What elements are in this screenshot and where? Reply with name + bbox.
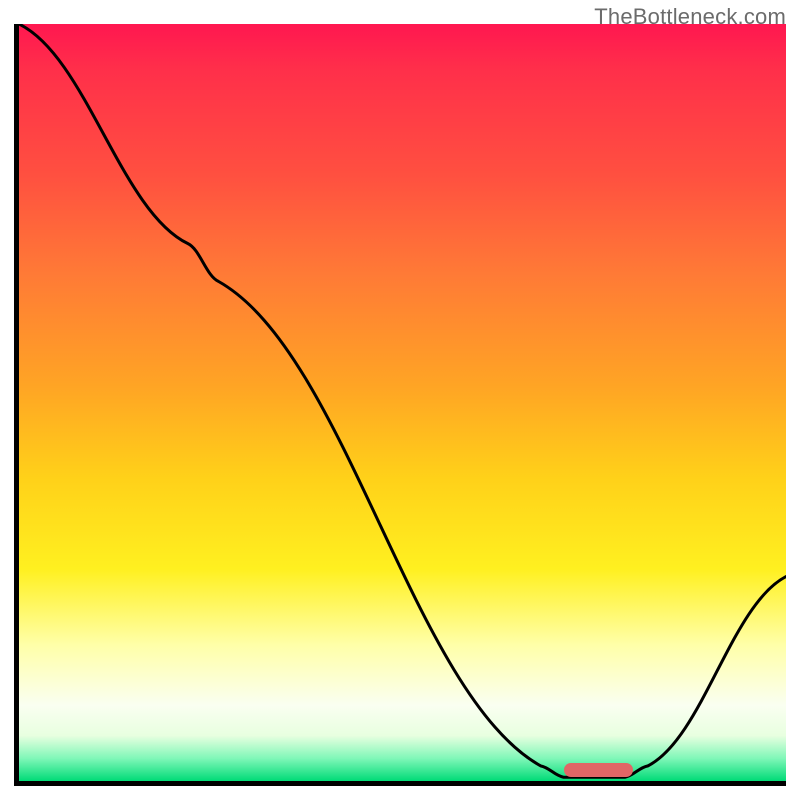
chart-curve (19, 24, 786, 781)
optimal-range-marker (564, 763, 633, 777)
chart-plot-area (14, 24, 786, 786)
